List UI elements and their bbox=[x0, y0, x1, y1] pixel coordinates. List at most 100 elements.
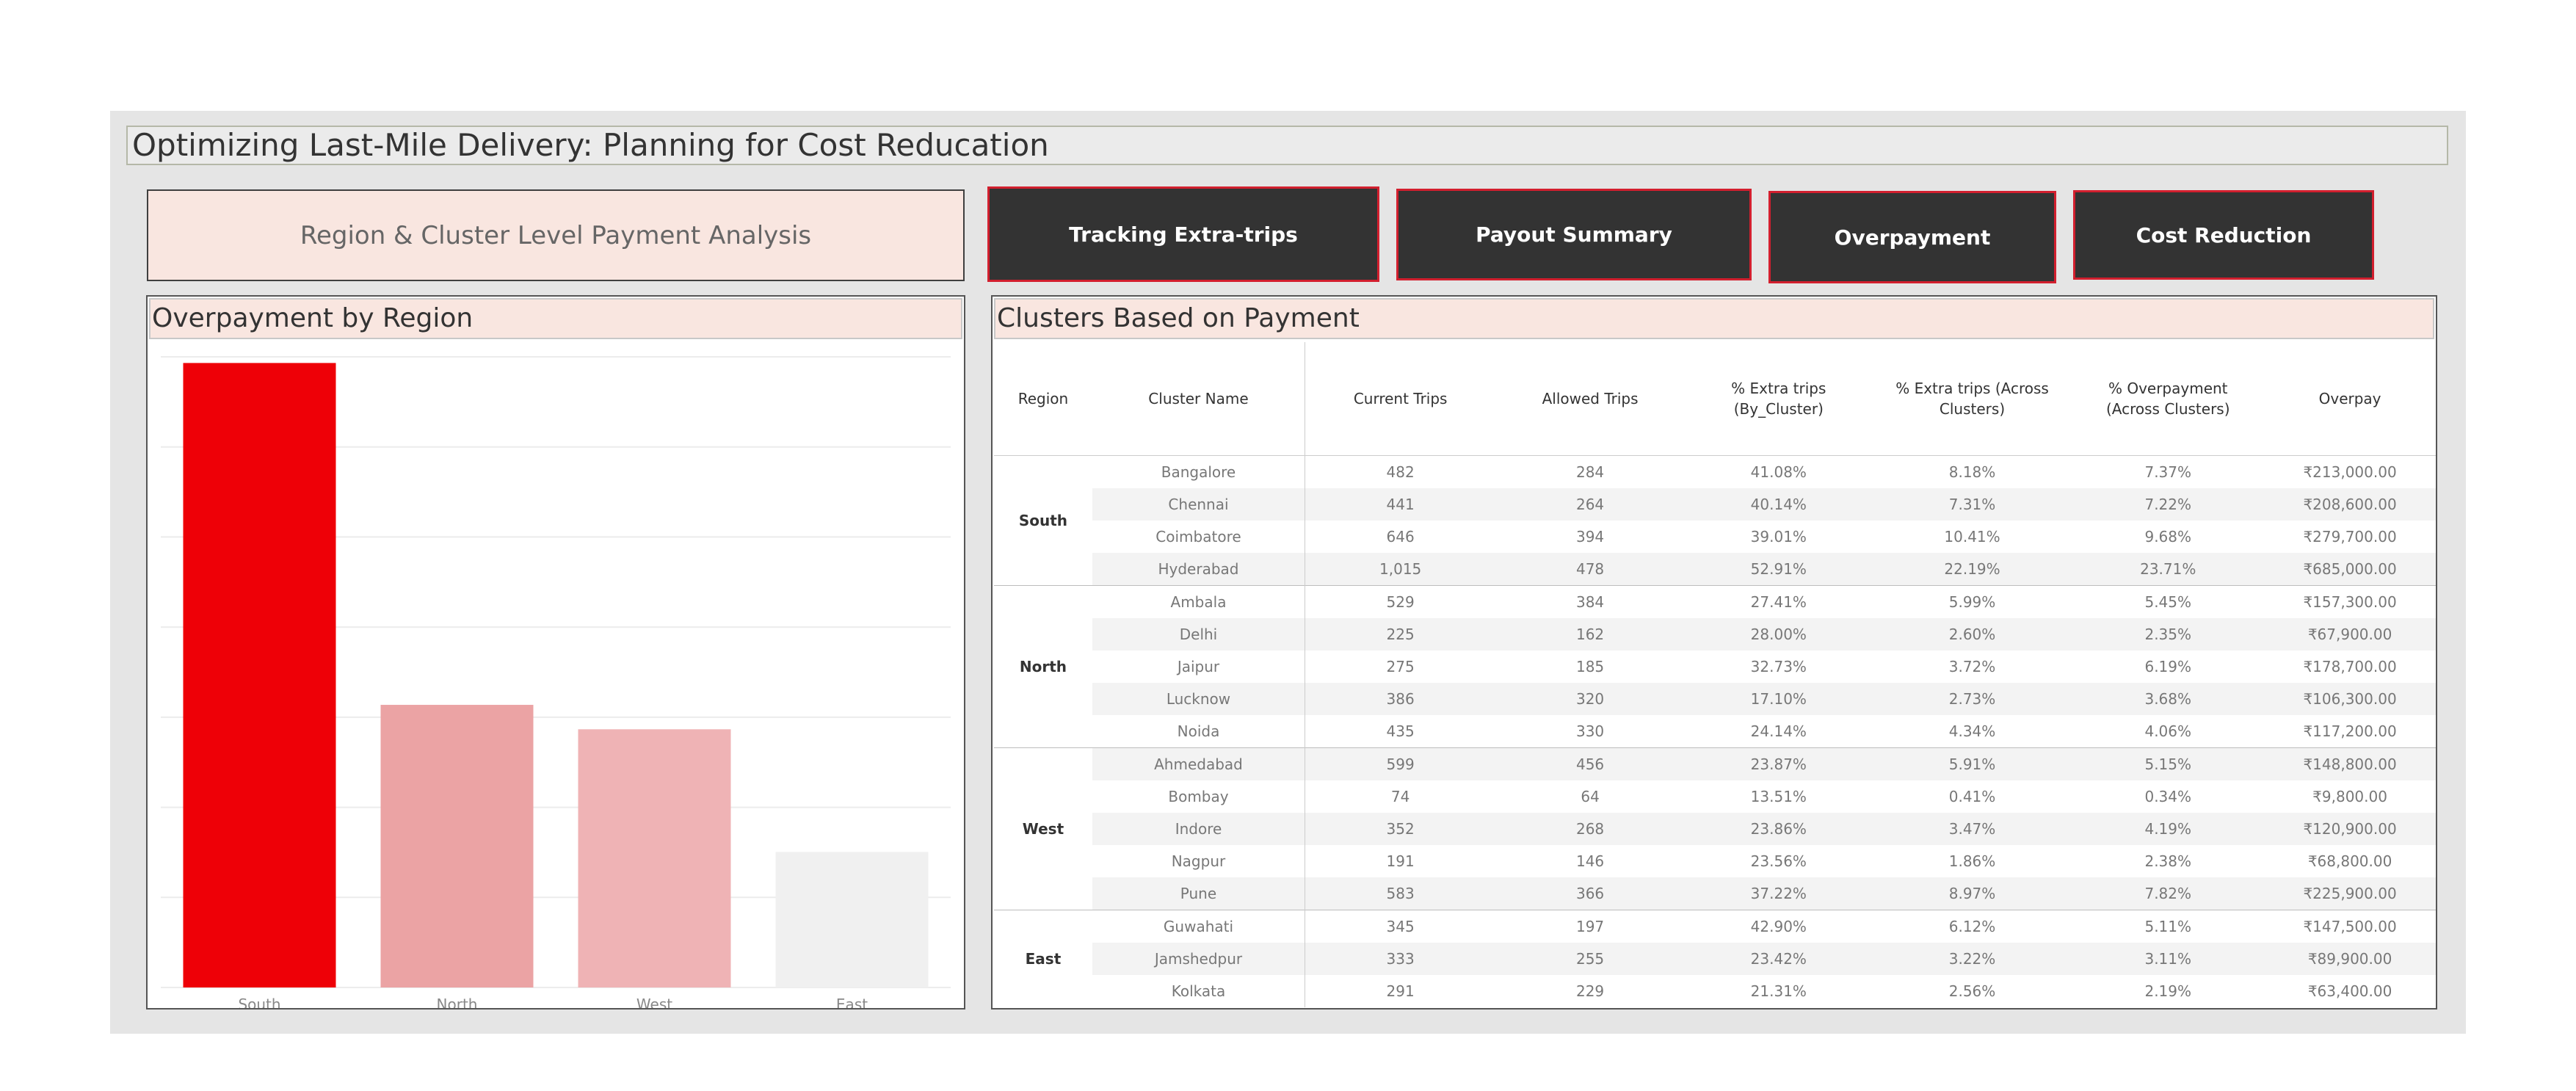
cost-reduction-button[interactable]: Cost Reduction bbox=[2073, 190, 2374, 280]
cluster-name-cell: Kolkata bbox=[1092, 975, 1306, 1007]
tracking-extra-trips-button[interactable]: Tracking Extra-trips bbox=[987, 186, 1379, 282]
current-trips-cell: 599 bbox=[1305, 747, 1496, 780]
clusters-table-panel: Clusters Based on Payment Region Cluster… bbox=[991, 295, 2437, 1010]
overpayment-button[interactable]: Overpayment bbox=[1768, 191, 2056, 283]
table-row: North Ambala 529 384 27.41% 5.99% 5.45% ₹157,30… bbox=[994, 585, 2436, 748]
bar-south[interactable] bbox=[183, 363, 336, 987]
col-header-cluster: Cluster Name bbox=[1092, 342, 1306, 456]
cluster-name-cell: Guwahati bbox=[1092, 910, 1306, 943]
extra-by-cluster-cell: 21.31% bbox=[1750, 982, 1807, 1000]
overpay-cell: ₹225,900.00 bbox=[2264, 877, 2436, 910]
overpay-across-cell: 2.19% bbox=[2144, 982, 2192, 1000]
col-header-allowed-trips: Allowed Trips bbox=[1495, 342, 1685, 456]
cluster-name-cell: Indore bbox=[1092, 813, 1306, 845]
extra-across-cell: 10.41% bbox=[1944, 528, 2000, 546]
current-trips-cell: 646 bbox=[1386, 528, 1415, 546]
table-row: East Guwahati 345 197 42.90% 6.12% 5.11% ₹147,5… bbox=[994, 910, 2436, 1007]
overpay-across-cell: 5.45% bbox=[2072, 585, 2265, 618]
table-row: Noida 435 330 24.14% 4.34% 4.06% ₹117,200.00 bbox=[994, 715, 2436, 748]
table-row: Coimbatore 646 394 39.01% 10.41% 9.68% ₹279,70… bbox=[994, 521, 2436, 553]
extra-by-cluster-cell: 41.08% bbox=[1750, 463, 1807, 481]
table-row: Kolkata 291 229 21.31% 2.56% 2.19% ₹63,400.00 bbox=[994, 975, 2436, 1007]
allowed-trips-cell: 478 bbox=[1495, 553, 1685, 586]
x-tick-label: South bbox=[238, 996, 280, 1008]
overpay-across-cell: 0.34% bbox=[2144, 788, 2192, 805]
overpay-cell: ₹279,700.00 bbox=[2303, 528, 2397, 546]
overpay-across-cell: 7.22% bbox=[2072, 488, 2265, 521]
current-trips-cell: 74 bbox=[1390, 788, 1410, 805]
allowed-trips-cell: 64 bbox=[1581, 788, 1600, 805]
col-header-region: Region bbox=[994, 342, 1092, 456]
current-trips-cell: 441 bbox=[1305, 488, 1496, 521]
table-row: West Ahmedabad 599 456 23.87% 5.91% 5.15% ₹148,… bbox=[994, 747, 2436, 910]
x-tick-label: North bbox=[437, 996, 478, 1008]
cluster-name-cell: Jamshedpur bbox=[1092, 943, 1306, 975]
x-tick-label: West bbox=[636, 996, 672, 1008]
table-row: Indore 352 268 23.86% 3.47% 4.19% ₹120,900.00 bbox=[994, 813, 2436, 845]
extra-across-cell: 6.12% bbox=[1872, 910, 2072, 943]
overpay-across-cell: 2.35% bbox=[2072, 618, 2265, 650]
table-row: South Bangalore 482 284 41.08% 8.18% 7.37% ₹213… bbox=[994, 455, 2436, 529]
overpay-cell: ₹68,800.00 bbox=[2307, 852, 2392, 870]
section-subtitle: Region & Cluster Level Payment Analysis bbox=[147, 189, 965, 281]
overpay-across-cell: 6.19% bbox=[2144, 658, 2192, 675]
col-header-extra-by-cluster: % Extra trips (By_Cluster) bbox=[1684, 342, 1873, 456]
cluster-name-cell: Hyderabad bbox=[1092, 553, 1306, 586]
x-tick-label: East bbox=[836, 996, 868, 1008]
table-title: Clusters Based on Payment bbox=[994, 298, 2434, 339]
allowed-trips-cell: 264 bbox=[1495, 488, 1685, 521]
allowed-trips-cell: 255 bbox=[1495, 943, 1685, 975]
current-trips-cell: 291 bbox=[1386, 982, 1415, 1000]
extra-across-cell: 3.47% bbox=[1872, 813, 2072, 845]
overpay-across-cell: 4.19% bbox=[2072, 813, 2265, 845]
cluster-name-cell: Lucknow bbox=[1092, 683, 1306, 715]
cluster-name-cell: Bangalore bbox=[1092, 455, 1306, 488]
col-header-extra-across: % Extra trips (Across Clusters) bbox=[1872, 342, 2072, 456]
extra-across-cell: 7.31% bbox=[1872, 488, 2072, 521]
cluster-name-cell: Nagpur bbox=[1092, 845, 1306, 877]
overpay-cell: ₹63,400.00 bbox=[2307, 982, 2392, 1000]
cluster-name-cell: Delhi bbox=[1092, 618, 1306, 650]
overpay-across-cell: 7.37% bbox=[2144, 463, 2192, 481]
extra-by-cluster-cell: 32.73% bbox=[1750, 658, 1807, 675]
extra-across-cell: 3.72% bbox=[1948, 658, 1996, 675]
overpay-cell: ₹67,900.00 bbox=[2264, 618, 2436, 650]
overpay-cell: ₹9,800.00 bbox=[2312, 788, 2387, 805]
current-trips-cell: 333 bbox=[1305, 943, 1496, 975]
bar-north[interactable] bbox=[380, 705, 534, 987]
allowed-trips-cell: 185 bbox=[1575, 658, 1605, 675]
overpayment-bar-chart: South North West East bbox=[161, 356, 951, 1008]
overpay-cell: ₹208,600.00 bbox=[2264, 488, 2436, 521]
col-header-overpay: Overpay bbox=[2264, 342, 2436, 456]
overpay-across-cell: 2.38% bbox=[2144, 852, 2192, 870]
extra-by-cluster-cell: 24.14% bbox=[1750, 722, 1807, 740]
allowed-trips-cell: 366 bbox=[1495, 877, 1685, 910]
extra-across-cell: 5.91% bbox=[1872, 747, 2072, 780]
cluster-name-cell: Ambala bbox=[1092, 585, 1306, 618]
bar-west[interactable] bbox=[578, 729, 731, 987]
region-cell: South bbox=[1018, 512, 1068, 529]
extra-across-cell: 8.97% bbox=[1872, 877, 2072, 910]
extra-by-cluster-cell: 23.87% bbox=[1684, 747, 1873, 780]
extra-across-cell: 0.41% bbox=[1948, 788, 1996, 805]
clusters-table: Region Cluster Name Current Trips Allowe… bbox=[994, 342, 2436, 1007]
overpay-cell: ₹213,000.00 bbox=[2303, 463, 2397, 481]
allowed-trips-cell: 384 bbox=[1495, 585, 1685, 618]
table-row: Jaipur 275 185 32.73% 3.72% 6.19% ₹178,700.00 bbox=[994, 650, 2436, 683]
table-row: Delhi 225 162 28.00% 2.60% 2.35% ₹67,900.00 bbox=[994, 618, 2436, 650]
cluster-name-cell: Pune bbox=[1092, 877, 1306, 910]
allowed-trips-cell: 162 bbox=[1495, 618, 1685, 650]
bar-east[interactable] bbox=[775, 852, 929, 987]
overpay-cell: ₹106,300.00 bbox=[2264, 683, 2436, 715]
extra-across-cell: 3.22% bbox=[1872, 943, 2072, 975]
current-trips-cell: 352 bbox=[1305, 813, 1496, 845]
overpay-across-cell: 9.68% bbox=[2144, 528, 2192, 546]
cluster-name-cell: Ahmedabad bbox=[1092, 747, 1306, 780]
extra-across-cell: 8.18% bbox=[1948, 463, 1996, 481]
extra-across-cell: 1.86% bbox=[1948, 852, 1996, 870]
payout-summary-button[interactable]: Payout Summary bbox=[1396, 189, 1752, 280]
current-trips-cell: 191 bbox=[1386, 852, 1415, 870]
extra-by-cluster-cell: 17.10% bbox=[1684, 683, 1873, 715]
cluster-name-cell: Noida bbox=[1092, 715, 1306, 748]
current-trips-cell: 482 bbox=[1386, 463, 1415, 481]
